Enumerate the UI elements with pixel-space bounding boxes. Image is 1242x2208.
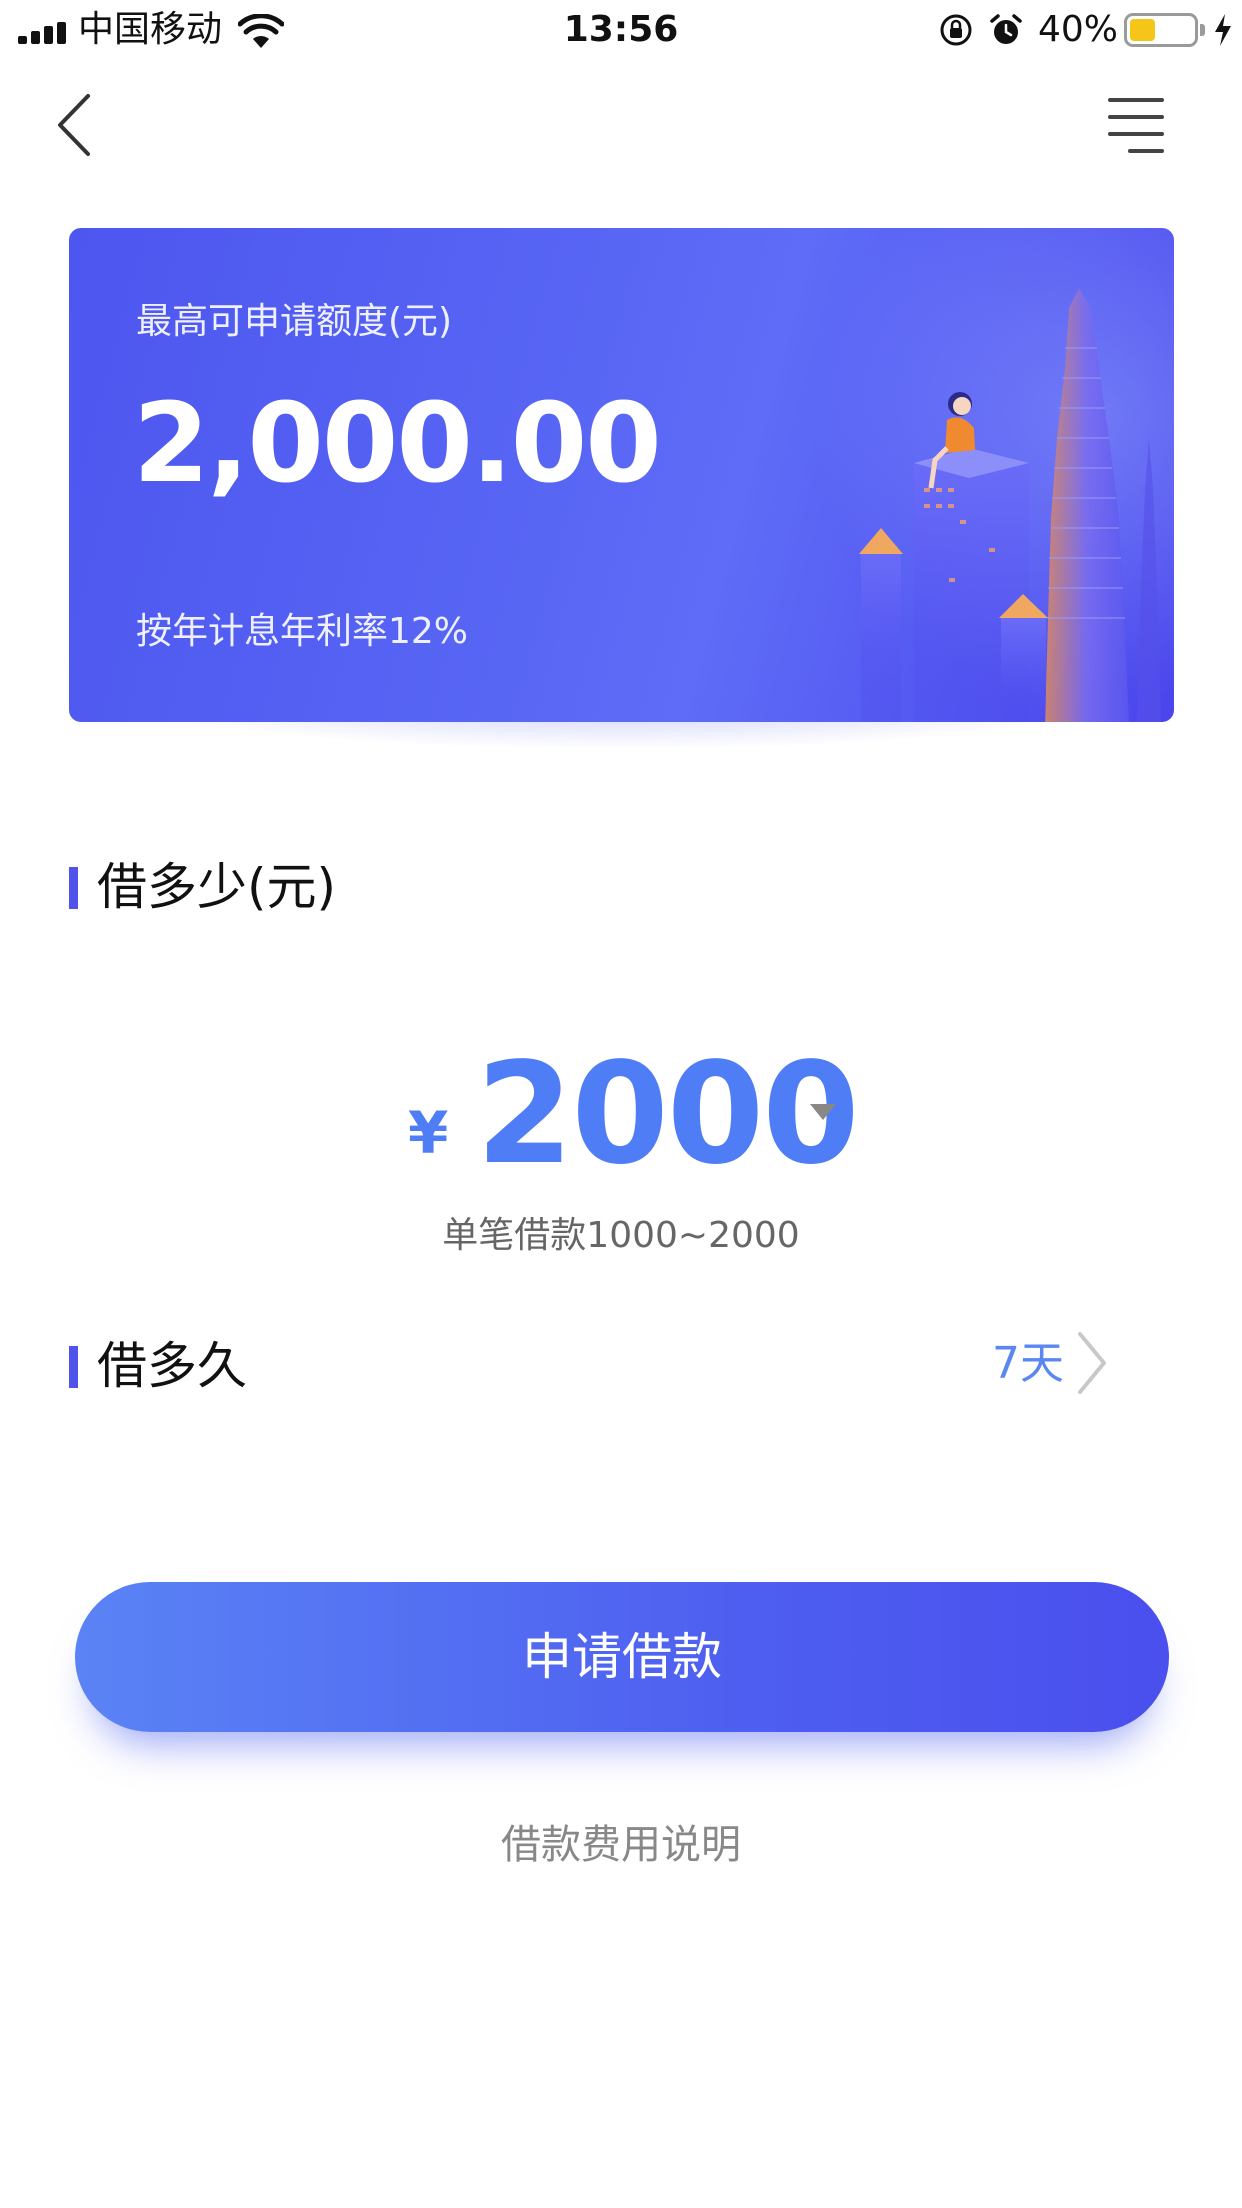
- section-marker: [69, 1346, 78, 1388]
- credit-limit-label: 最高可申请额度(元): [136, 301, 453, 342]
- credit-limit-card: 最高可申请额度(元) 2,000.00 按年计息年利率12%: [69, 228, 1174, 722]
- borrow-term-title: 借多久: [97, 1337, 247, 1395]
- interest-rate-text: 按年计息年利率12%: [136, 611, 469, 652]
- section-marker: [69, 867, 78, 909]
- rotation-lock-icon: [940, 14, 972, 46]
- borrow-term-value[interactable]: 7天: [992, 1337, 1064, 1391]
- menu-icon[interactable]: [1104, 98, 1164, 154]
- credit-limit-amount: 2,000.00: [133, 379, 662, 507]
- battery-icon: [1124, 13, 1198, 47]
- dropdown-triangle-icon[interactable]: [808, 1102, 838, 1122]
- amount-range-hint: 单笔借款1000~2000: [442, 1215, 800, 1256]
- loan-application-screen: 中国移动 13:56 40% 最高可申请额度(元) 2,000.00 按年计息年…: [0, 0, 1242, 2208]
- battery-percent: 40%: [1038, 9, 1119, 50]
- borrow-amount-selector[interactable]: ¥ 2000: [0, 1040, 1242, 1190]
- charging-bolt-icon: [1215, 14, 1231, 46]
- currency-symbol: ¥: [408, 1099, 449, 1167]
- status-bar: 中国移动 13:56 40%: [0, 0, 1242, 60]
- city-skyline-illustration: [859, 288, 1161, 722]
- apply-loan-button[interactable]: 申请借款: [75, 1582, 1169, 1732]
- borrow-amount-value[interactable]: 2000: [476, 1040, 860, 1190]
- battery-cap: [1200, 24, 1205, 36]
- back-chevron-icon[interactable]: [52, 92, 96, 158]
- loan-fee-explanation-link[interactable]: 借款费用说明: [0, 1820, 1242, 1870]
- battery-level: [1130, 19, 1155, 41]
- chevron-right-icon[interactable]: [1074, 1330, 1108, 1396]
- alarm-icon: [990, 14, 1022, 44]
- borrow-amount-title: 借多少(元): [97, 858, 337, 916]
